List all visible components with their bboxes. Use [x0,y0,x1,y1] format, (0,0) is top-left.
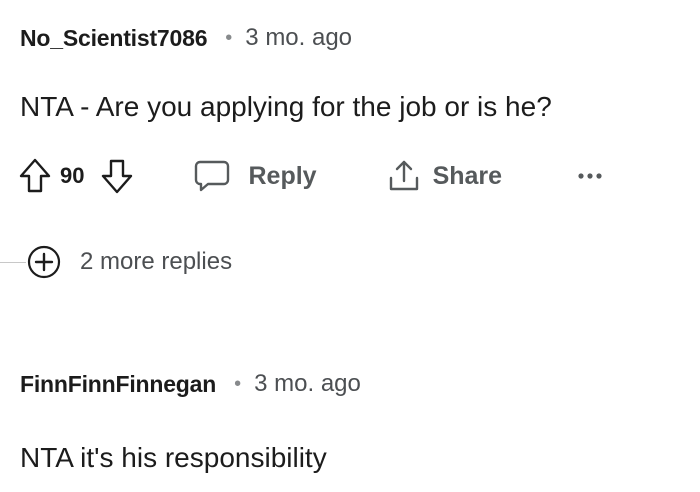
meta-separator: • [234,373,242,395]
reply-label: Reply [248,161,317,190]
reply-button[interactable]: Reply [194,159,317,193]
comment-timestamp[interactable]: 3 mo. ago [254,370,361,398]
share-label: Share [432,161,503,190]
thread-line [0,261,26,263]
plus-circle-icon[interactable] [26,244,62,280]
share-icon [387,159,421,193]
comment-body: NTA - Are you applying for the job or is… [20,91,552,122]
meta-separator: • [225,27,233,49]
comment: No_Scientist7086 • 3 mo. ago NTA - Are y… [20,20,680,125]
more-dots-icon [578,171,602,181]
comment-meta: FinnFinnFinnegan • 3 mo. ago [20,366,680,402]
comment-timestamp[interactable]: 3 mo. ago [245,24,352,52]
comment-meta: No_Scientist7086 • 3 mo. ago [20,20,680,56]
more-replies-link[interactable]: 2 more replies [80,248,232,276]
comment-author[interactable]: FinnFinnFinnegan [20,371,216,398]
more-options-button[interactable] [578,171,602,181]
comment-body: NTA it's his responsibility [20,442,327,473]
comment: FinnFinnFinnegan • 3 mo. ago NTA it's hi… [20,366,680,476]
comment-author[interactable]: No_Scientist7086 [20,25,207,52]
downvote-icon[interactable] [100,158,134,194]
comment-bubble-icon [194,159,230,193]
vote-score: 90 [60,163,85,188]
comment-action-bar: 90 Reply Share [18,154,602,198]
share-button[interactable]: Share [387,159,502,193]
more-replies-row[interactable]: 2 more replies [0,242,232,282]
upvote-icon[interactable] [18,158,52,194]
